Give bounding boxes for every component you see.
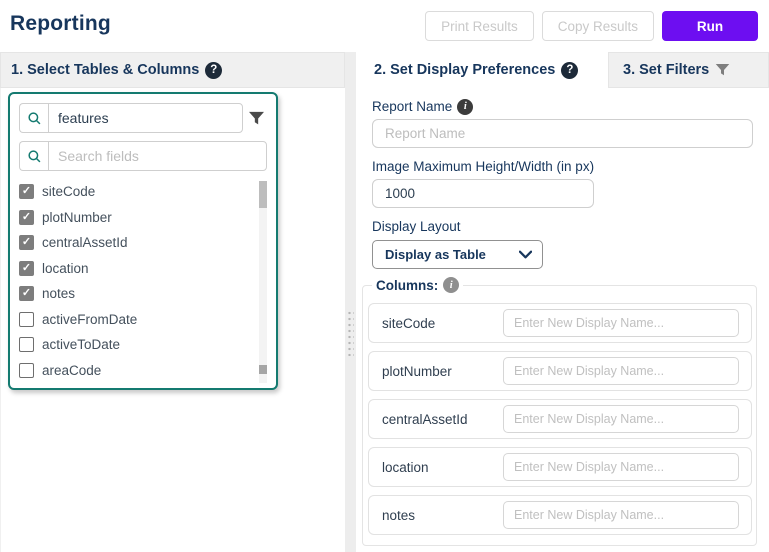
column-name: centralAssetId bbox=[382, 412, 468, 427]
help-icon[interactable] bbox=[561, 62, 578, 79]
report-name-label: Report Name bbox=[372, 99, 753, 115]
report-name-label-text: Report Name bbox=[372, 99, 452, 115]
field-checkbox-item[interactable]: location bbox=[19, 256, 267, 282]
column-input[interactable] bbox=[503, 501, 739, 529]
fields-checkbox-list: siteCode plotNumber centralAssetId locat… bbox=[19, 179, 267, 385]
scrollbar-track[interactable] bbox=[259, 181, 267, 383]
column-name: notes bbox=[382, 508, 415, 523]
checkbox[interactable] bbox=[19, 235, 34, 250]
field-checkbox-item[interactable]: activeToDate bbox=[19, 332, 267, 358]
column-name: siteCode bbox=[382, 316, 435, 331]
column-row: plotNumber bbox=[368, 351, 752, 391]
display-preferences-header-label: 2. Set Display Preferences bbox=[374, 62, 555, 78]
display-layout-selected-value: Display as Table bbox=[385, 247, 486, 262]
checkbox[interactable] bbox=[19, 261, 34, 276]
tab-display-preferences[interactable]: 2. Set Display Preferences bbox=[356, 52, 608, 88]
checkbox[interactable] bbox=[19, 184, 34, 199]
toolbar: Print Results Copy Results Run bbox=[425, 11, 758, 41]
column-input[interactable] bbox=[503, 453, 739, 481]
copy-results-button[interactable]: Copy Results bbox=[542, 11, 654, 41]
info-icon[interactable] bbox=[443, 277, 459, 293]
field-checkbox-item[interactable]: activeFromDate bbox=[19, 307, 267, 333]
field-search-row bbox=[19, 141, 267, 171]
field-checkbox-item[interactable]: plotNumber bbox=[19, 205, 267, 231]
image-max-label: Image Maximum Height/Width (in px) bbox=[372, 159, 753, 175]
column-row: siteCode bbox=[368, 303, 752, 343]
display-preferences-panel: Report Name Image Maximum Height/Width (… bbox=[356, 88, 769, 552]
splitter-grip-icon[interactable] bbox=[347, 310, 354, 356]
field-label: centralAssetId bbox=[42, 235, 128, 250]
columns-fieldset: Columns: siteCode plotNumber centralAsse… bbox=[362, 277, 757, 546]
checkbox[interactable] bbox=[19, 337, 34, 352]
column-input[interactable] bbox=[503, 405, 739, 433]
filter-icon bbox=[715, 63, 730, 77]
search-icon bbox=[19, 141, 48, 171]
table-column-picker: siteCode plotNumber centralAssetId locat… bbox=[8, 92, 278, 390]
tab-select-tables[interactable]: 1. Select Tables & Columns bbox=[0, 52, 345, 88]
search-icon bbox=[19, 103, 48, 133]
checkbox[interactable] bbox=[19, 363, 34, 378]
filter-icon bbox=[248, 111, 265, 126]
scrollbar-corner bbox=[259, 365, 267, 374]
print-results-button[interactable]: Print Results bbox=[425, 11, 534, 41]
tab-set-filters[interactable]: 3. Set Filters bbox=[608, 52, 769, 88]
field-label: plotNumber bbox=[42, 210, 112, 225]
column-name: plotNumber bbox=[382, 364, 452, 379]
checkbox[interactable] bbox=[19, 286, 34, 301]
checkbox[interactable] bbox=[19, 210, 34, 225]
image-max-input[interactable] bbox=[372, 179, 594, 208]
select-tables-panel: siteCode plotNumber centralAssetId locat… bbox=[0, 88, 345, 552]
select-tables-header-label: 1. Select Tables & Columns bbox=[11, 62, 199, 78]
field-checkbox-item[interactable]: notes bbox=[19, 281, 267, 307]
field-search-input[interactable] bbox=[48, 141, 267, 171]
table-search-input[interactable] bbox=[48, 103, 243, 133]
panel-splitter[interactable] bbox=[345, 52, 356, 552]
columns-list: siteCode plotNumber centralAssetId locat… bbox=[368, 303, 752, 535]
field-label: activeFromDate bbox=[42, 312, 137, 327]
field-label: areaCode bbox=[42, 363, 101, 378]
checkbox[interactable] bbox=[19, 312, 34, 327]
run-button[interactable]: Run bbox=[662, 11, 758, 41]
field-checkbox-item[interactable]: areaCode bbox=[19, 358, 267, 384]
help-icon[interactable] bbox=[205, 62, 222, 79]
table-filter-button[interactable] bbox=[245, 103, 267, 133]
column-row: notes bbox=[368, 495, 752, 535]
field-checkbox-item[interactable]: centralAssetId bbox=[19, 230, 267, 256]
scrollbar-thumb[interactable] bbox=[259, 181, 267, 208]
field-label: siteCode bbox=[42, 184, 95, 199]
column-input[interactable] bbox=[503, 357, 739, 385]
column-row: centralAssetId bbox=[368, 399, 752, 439]
field-label: notes bbox=[42, 286, 75, 301]
report-name-input[interactable] bbox=[372, 119, 753, 148]
set-filters-header-label: 3. Set Filters bbox=[623, 62, 709, 78]
columns-legend: Columns: bbox=[372, 277, 463, 293]
info-icon[interactable] bbox=[457, 99, 473, 115]
table-search-row bbox=[19, 103, 267, 133]
field-label: location bbox=[42, 261, 89, 276]
column-name: location bbox=[382, 460, 429, 475]
page-title: Reporting bbox=[10, 12, 111, 36]
column-row: location bbox=[368, 447, 752, 487]
display-layout-select[interactable]: Display as Table bbox=[372, 240, 543, 269]
columns-legend-text: Columns: bbox=[376, 278, 438, 293]
chevron-down-icon bbox=[519, 250, 532, 259]
column-input[interactable] bbox=[503, 309, 739, 337]
field-label: activeToDate bbox=[42, 337, 120, 352]
field-checkbox-item[interactable]: siteCode bbox=[19, 179, 267, 205]
display-layout-label: Display Layout bbox=[372, 219, 753, 235]
